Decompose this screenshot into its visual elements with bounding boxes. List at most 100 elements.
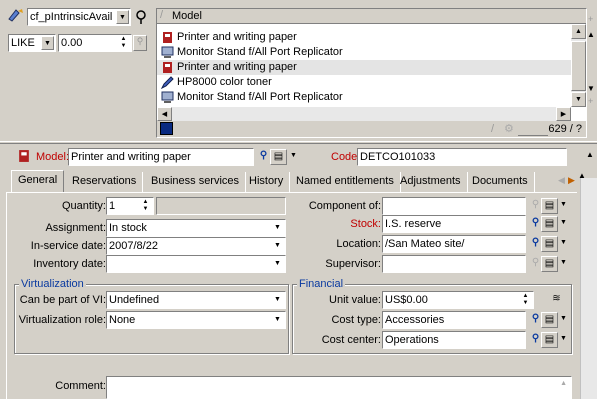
chevron-down-icon[interactable]: ▼ [555,236,572,252]
tab-business-services[interactable]: Business services [145,172,247,192]
chevron-down-icon[interactable]: ▼ [555,216,572,232]
comment-textarea[interactable]: ▲ [106,376,572,399]
code-field[interactable]: DETCO101033 [357,148,567,166]
stock-label: Stock: [350,218,381,230]
filter-panel: cf_pIntrinsicAvail ▼ LIKE ▼ 0.00 ▲ ▼ ⚲ [0,0,155,140]
cost-center-label: Cost center: [321,334,381,346]
component-of-label: Component of: [308,200,381,212]
down-arrow-icon[interactable]: ▼ [587,84,595,93]
component-of-field[interactable] [382,197,526,215]
scroll-up-icon[interactable]: ▲ [560,380,567,387]
chevron-down-icon[interactable]: ▼ [41,36,54,50]
splitter[interactable] [0,141,597,144]
list-rows: Printer and writing paper Monitor Stand … [157,24,571,104]
spinner-icon[interactable]: ▲ ▼ [117,36,130,50]
spinner-icon[interactable]: ▲ ▼ [139,199,152,213]
table-icon[interactable] [160,122,173,135]
tab-reservations[interactable]: Reservations [66,172,144,192]
financial-group-title: Financial [297,278,346,290]
list-vertical-scrollbar[interactable]: ▲ ▼ [571,24,586,107]
list-column-header[interactable]: / Model [157,9,586,24]
cost-center-field[interactable]: Operations [382,331,526,349]
location-label: Location: [336,238,381,250]
book-icon [163,32,172,43]
computer-icon [161,46,174,58]
list-item[interactable]: Printer and writing paper [157,30,571,45]
scroll-left-icon[interactable]: ◀ [157,107,172,121]
tab-named-entitlements[interactable]: Named entitlements [290,172,401,192]
pin-icon[interactable] [134,9,148,25]
list-item[interactable]: Monitor Stand f/All Port Replicator [157,90,571,105]
quantity-unit-field [156,197,286,215]
tab-history[interactable]: History [243,172,291,192]
virtualization-group-title: Virtualization [19,278,86,290]
pencil-icon [161,76,174,89]
assignment-select[interactable]: In stock ▼ [106,219,286,237]
virtualization-role-label: Virtualization role: [18,314,106,326]
tab-scroll-left-icon[interactable]: ◀ [558,175,565,186]
filter-field-icon [7,7,25,23]
filter-operator-select[interactable]: LIKE ▼ [8,34,56,52]
code-label: Code: [331,151,361,163]
location-field[interactable]: /San Mateo site/ [382,235,526,253]
currency-icon[interactable]: ≋ [548,292,565,308]
model-field[interactable]: Printer and writing paper [68,148,254,166]
list-footer: / ⚙ 629 / ? [157,121,586,137]
results-list[interactable]: / Model Printer and writing paper Monito… [156,8,587,138]
chevron-down-icon[interactable]: ▼ [271,221,284,235]
plus-icon[interactable]: + [588,14,593,24]
cost-type-field[interactable]: Accessories [382,311,526,329]
tab-general[interactable]: General [11,170,65,193]
model-label: Model: [36,151,70,163]
quantity-stepper[interactable]: 1 ▲ ▼ [106,197,154,215]
filter-value-input[interactable]: 0.00 ▲ ▼ [58,34,132,52]
inventory-date-label: Inventory date: [33,258,106,270]
list-horizontal-scrollbar[interactable]: ◀ ▶ [157,107,571,121]
tab-documents[interactable]: Documents [466,172,535,192]
chevron-down-icon[interactable]: ▼ [116,10,129,24]
can-be-part-of-vi-select[interactable]: Undefined ▼ [106,291,286,309]
stock-field[interactable]: I.S. reserve [382,215,526,233]
scroll-thumb[interactable] [571,41,586,91]
scroll-down-icon[interactable]: ▼ [571,92,586,107]
chevron-down-icon[interactable]: ▼ [271,239,284,253]
filter-field-select[interactable]: cf_pIntrinsicAvail ▼ [27,8,131,26]
inventory-date-field[interactable]: ▼ [106,255,286,273]
chevron-down-icon[interactable]: ▼ [555,198,572,214]
unit-value-field[interactable]: US$0.00 ▲ ▼ [382,291,534,309]
sort-marker-icon: / [160,9,164,21]
chevron-down-icon[interactable]: ▼ [285,149,302,165]
scroll-up-icon[interactable]: ▲ [586,150,594,159]
vertical-scrollbar[interactable] [580,178,597,399]
loading-icon: ⚙ [504,123,514,135]
assignment-label: Assignment: [45,222,106,234]
chevron-down-icon[interactable]: ▼ [555,332,572,348]
supervisor-label: Supervisor: [325,258,381,270]
scroll-up-icon[interactable]: ▲ [571,24,586,39]
can-be-part-of-vi-label: Can be part of VI: [19,294,106,306]
list-item[interactable]: HP8000 color toner [157,75,571,90]
list-count: 629 / ? [548,123,582,135]
tab-adjustments[interactable]: Adjustments [394,172,468,192]
list-item[interactable]: Monitor Stand f/All Port Replicator [157,45,571,60]
virtualization-role-select[interactable]: None ▼ [106,311,286,329]
chevron-down-icon[interactable]: ▼ [555,256,572,272]
computer-icon [161,91,174,103]
up-arrow-icon[interactable]: ▲ [587,30,595,39]
plus-icon[interactable]: + [588,96,593,106]
column-header-model: Model [172,10,202,22]
chevron-down-icon[interactable]: ▼ [271,257,284,271]
unit-value-label: Unit value: [329,294,381,306]
scroll-right-icon[interactable]: ▶ [556,107,571,121]
book-icon [163,62,172,73]
count-underline [518,135,548,136]
chevron-down-icon[interactable]: ▼ [271,293,284,307]
chevron-down-icon[interactable]: ▼ [555,312,572,328]
tab-scroll-right-icon[interactable]: ▶ [568,175,575,186]
inservice-date-field[interactable]: 2007/8/22 ▼ [106,237,286,255]
search-icon[interactable]: ⚲ [133,35,147,51]
supervisor-field[interactable] [382,255,526,273]
chevron-down-icon[interactable]: ▼ [271,313,284,327]
list-item[interactable]: Printer and writing paper [157,60,571,75]
spinner-icon[interactable]: ▲ ▼ [519,293,532,307]
